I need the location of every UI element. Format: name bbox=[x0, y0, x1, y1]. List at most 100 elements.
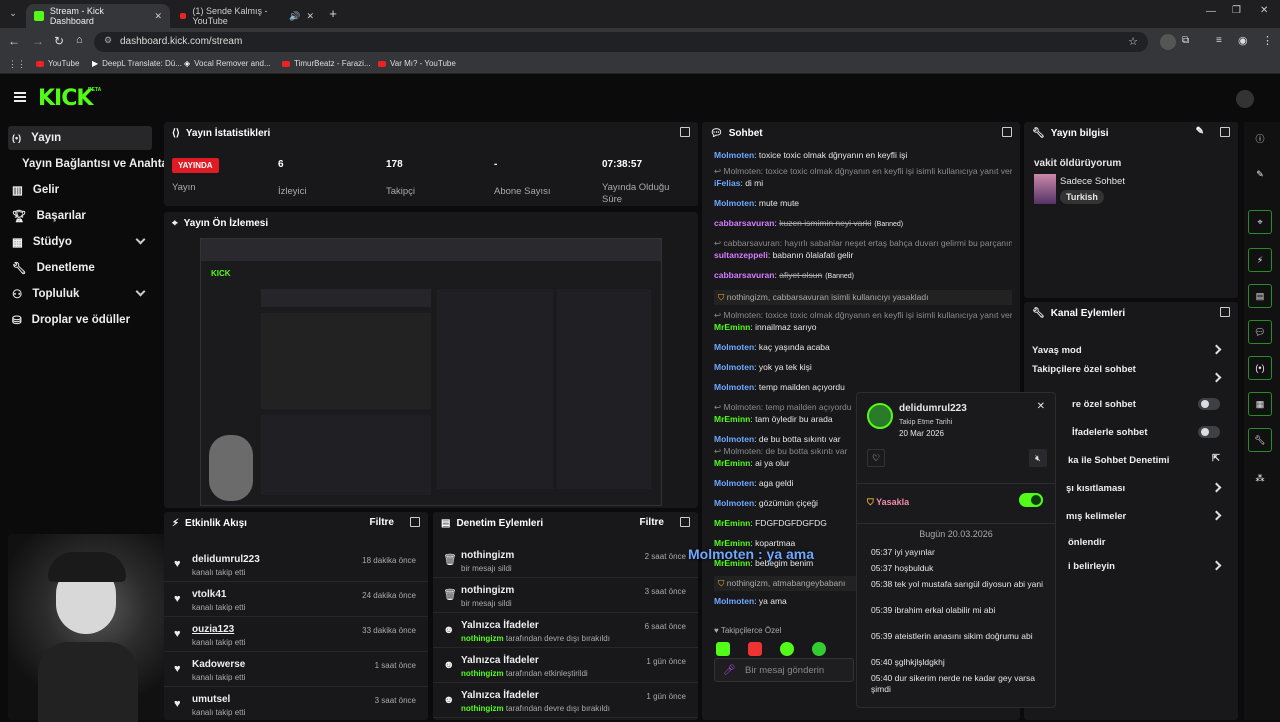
chat-username[interactable]: MrEminn bbox=[714, 518, 750, 528]
chat-message[interactable]: iFelias: di mi bbox=[714, 178, 1012, 188]
tab-search-icon[interactable]: ⌄ bbox=[6, 6, 20, 20]
lightning-icon[interactable]: ⚡︎ bbox=[1248, 248, 1272, 272]
chat-username[interactable]: Molmoten bbox=[714, 382, 754, 392]
chat-reply-line[interactable]: ↩ cabbarsavuran: hayırlı sabahlar neşet … bbox=[714, 238, 1012, 249]
chat-username[interactable]: Molmoten bbox=[714, 150, 754, 160]
popout-icon[interactable] bbox=[410, 517, 420, 527]
chat-mod-notice[interactable]: ⛉ nothingizm, cabbarsavuran isimli kulla… bbox=[714, 290, 1012, 305]
home-icon[interactable]: ⌂ bbox=[76, 34, 83, 46]
action-slow-mode[interactable]: Yavaş mod bbox=[1032, 340, 1230, 360]
user-avatar[interactable] bbox=[1236, 90, 1254, 108]
chat-username[interactable]: MrEminn bbox=[714, 414, 750, 424]
chat-message[interactable]: cabbarsavuran: kuzen ismimin neyi varki(… bbox=[714, 218, 1012, 228]
filter-button[interactable]: Filtre bbox=[370, 517, 394, 528]
chat-username[interactable]: Molmoten bbox=[714, 478, 754, 488]
list-item[interactable]: ♥ vtolk41 kanalı takip etti 24 dakika önce bbox=[164, 583, 428, 617]
popout-icon[interactable] bbox=[1220, 307, 1230, 317]
user-name[interactable]: delidumrul223 bbox=[899, 403, 967, 414]
action-set[interactable]: i belirleyin bbox=[1032, 556, 1230, 576]
action-sub-chat[interactable]: re özel sohbet bbox=[1032, 394, 1230, 414]
close-icon[interactable]: ✕ bbox=[1037, 401, 1045, 412]
apps-grid-icon[interactable]: ⋮⋮ bbox=[8, 59, 26, 70]
tab-youtube[interactable]: (1) Sende Kalmış - YouTube 🔊 ✕ bbox=[172, 4, 322, 28]
bookmark-item[interactable]: ◈ Vocal Remover and... bbox=[184, 59, 271, 68]
action-ai-moderation[interactable]: ka ile Sohbet Denetimi ⇱ bbox=[1032, 450, 1230, 470]
layout-icon[interactable]: ▦ bbox=[1248, 392, 1272, 416]
tab-kick-dashboard[interactable]: Stream - Kick Dashboard ✕ bbox=[26, 4, 170, 28]
close-window-icon[interactable]: ✕ bbox=[1260, 5, 1268, 16]
list-item[interactable]: 🗑︎ nothingizm bir mesajı sildi 2 saat önce bbox=[433, 544, 698, 578]
chat-message[interactable]: Molmoten: toxice toxic olmak dğnyanın en… bbox=[714, 150, 1012, 160]
action-emote-chat[interactable]: İfadelerle sohbet bbox=[1032, 422, 1230, 442]
profile-icon[interactable]: ◉ bbox=[1238, 34, 1248, 47]
hamburger-menu-icon[interactable] bbox=[14, 92, 26, 102]
chat-message[interactable]: Molmoten: kaç yaşında acaba bbox=[714, 342, 1012, 352]
popout-icon[interactable] bbox=[680, 127, 690, 137]
sidebar-item-stream-key[interactable]: Yayın Bağlantısı ve Anahtarı bbox=[18, 152, 176, 176]
list-item[interactable]: ♥ ouzia123 kanalı takip etti 33 dakika önce bbox=[164, 618, 428, 652]
emote-icon[interactable] bbox=[716, 642, 730, 656]
list-item[interactable]: ♥ Kadowerse kanalı takip etti 1 saat önce bbox=[164, 653, 428, 687]
preview-icon[interactable]: ⌖ bbox=[1248, 210, 1272, 234]
maximize-icon[interactable]: ❐ bbox=[1232, 5, 1241, 16]
sidebar-item-topluluk[interactable]: ⚇ Topluluk bbox=[8, 282, 152, 306]
url-field[interactable]: ⚙ dashboard.kick.com/stream ☆ bbox=[94, 32, 1148, 52]
sidebar-item-gelir[interactable]: ▥ Gelir bbox=[8, 178, 152, 202]
clipboard-icon[interactable]: ▤ bbox=[1248, 284, 1272, 308]
bookmark-item[interactable]: Var Mı? - YouTube bbox=[378, 59, 456, 68]
action-account-limit[interactable]: şı kısıtlaması bbox=[1032, 478, 1230, 498]
sidebar-item-denetleme[interactable]: 🔧︎ Denetleme bbox=[8, 256, 152, 280]
chat-icon[interactable]: 💬︎ bbox=[1248, 320, 1272, 344]
broadcast-icon[interactable]: (•) bbox=[1248, 356, 1272, 380]
bookmark-item[interactable]: YouTube bbox=[36, 59, 79, 68]
sidebar-item-droplar[interactable]: ⛁ Droplar ve ödüller bbox=[8, 308, 152, 332]
chat-username[interactable]: MrEminn bbox=[714, 458, 750, 468]
toggle-switch[interactable] bbox=[1198, 398, 1220, 410]
sidebar-item-basarilar[interactable]: 🏆︎ Başarılar bbox=[8, 204, 152, 228]
chat-username[interactable]: sultanzeppeli bbox=[714, 250, 768, 260]
chat-username[interactable]: iFelias bbox=[714, 178, 740, 188]
chat-message[interactable]: Molmoten: mute mute bbox=[714, 198, 1012, 208]
chat-username[interactable]: MrEminn bbox=[714, 322, 750, 332]
filter-button[interactable]: Filtre bbox=[640, 517, 664, 528]
close-tab-icon[interactable]: ✕ bbox=[306, 11, 314, 22]
heart-icon[interactable]: ♡ bbox=[867, 449, 885, 467]
list-item[interactable]: ♥ delidumrul223 kanalı takip etti 18 dakika… bbox=[164, 548, 428, 582]
emote-icon[interactable] bbox=[748, 642, 762, 656]
chat-username[interactable]: Molmoten bbox=[714, 434, 754, 444]
popout-icon[interactable] bbox=[1002, 127, 1012, 137]
list-item[interactable]: ♥ umutsel kanalı takip etti 3 saat önce bbox=[164, 688, 428, 720]
reload-icon[interactable]: ↻ bbox=[54, 34, 64, 48]
list-item[interactable]: ☻ Yalnızca İfadeler nothingizm tarafından … bbox=[433, 614, 698, 648]
back-icon[interactable]: ← bbox=[8, 34, 20, 48]
pencil-icon[interactable]: ✎ bbox=[1248, 162, 1272, 186]
add-widget-icon[interactable]: ⁂ bbox=[1248, 466, 1272, 490]
chat-input[interactable]: 🎤︎ Bir mesaj gönderin bbox=[714, 658, 854, 682]
info-icon[interactable]: ⓘ bbox=[1248, 126, 1272, 150]
list-item[interactable]: ☻ Yalnızca İfadeler nothingizm tarafından … bbox=[433, 649, 698, 683]
wrench-icon[interactable]: 🔧︎ bbox=[1248, 428, 1272, 452]
bookmark-star-icon[interactable]: ☆ bbox=[1128, 35, 1138, 48]
forward-icon[interactable]: → bbox=[32, 34, 44, 48]
chat-username[interactable]: cabbarsavuran bbox=[714, 218, 774, 228]
chat-reply-line[interactable]: ↩ Molmoten: toxice toxic olmak dğnyanın … bbox=[714, 310, 1012, 321]
menu-kebab-icon[interactable]: ⋮ bbox=[1262, 34, 1273, 47]
chat-username[interactable]: Molmoten bbox=[714, 342, 754, 352]
chat-message[interactable]: Molmoten: yok ya tek kişi bbox=[714, 362, 1012, 372]
edit-icon[interactable]: ✎ bbox=[1196, 126, 1204, 137]
sidebar-item-studyo[interactable]: ▦ Stüdyo bbox=[8, 230, 152, 254]
emote-icon[interactable] bbox=[812, 642, 826, 656]
site-info-icon[interactable]: ⚙ bbox=[104, 35, 112, 46]
kick-logo[interactable]: KICK bbox=[38, 86, 93, 111]
chat-message[interactable]: sultanzeppeli: babanın ölalafati gelir bbox=[714, 250, 1012, 260]
preview-video[interactable]: KICK bbox=[200, 238, 662, 506]
chat-message[interactable]: Molmoten: temp mailden açıyordu bbox=[714, 382, 1012, 392]
new-tab-icon[interactable]: + bbox=[326, 6, 340, 21]
action-followers-chat[interactable]: Takipçilere özel sohbet bbox=[1032, 364, 1230, 392]
mute-icon[interactable]: 🔇︎ bbox=[1029, 449, 1047, 467]
action-redirect[interactable]: önlendir bbox=[1032, 532, 1230, 552]
extensions-puzzle-icon[interactable]: ⧉ bbox=[1182, 35, 1189, 46]
chat-username[interactable]: Molmoten bbox=[714, 596, 754, 606]
chat-username[interactable]: cabbarsavuran bbox=[714, 270, 774, 280]
chat-reply-line[interactable]: ↩ Molmoten: toxice toxic olmak dğnyanın … bbox=[714, 166, 1012, 177]
